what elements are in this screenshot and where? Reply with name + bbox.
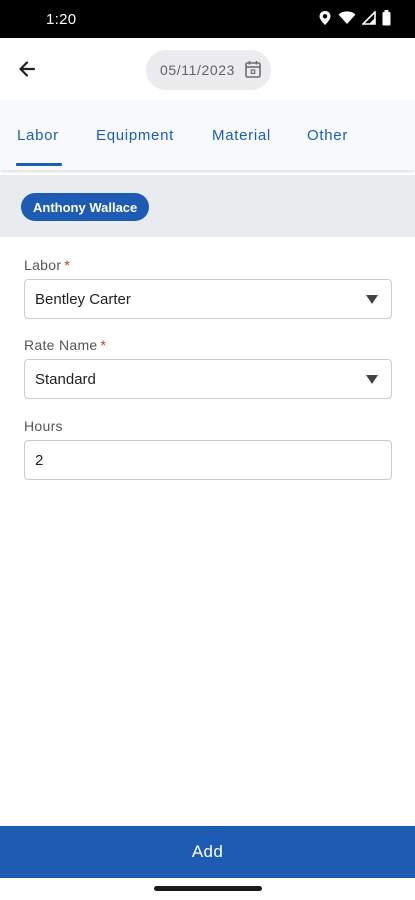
tab-labor[interactable]: Labor <box>17 127 59 144</box>
tab-bar: Labor Equipment Material Other <box>0 100 415 170</box>
required-mark: * <box>64 257 71 273</box>
rate-name-label: Rate Name * <box>24 337 106 353</box>
required-mark: * <box>100 337 107 353</box>
wifi-icon <box>338 11 356 24</box>
location-icon <box>319 11 331 25</box>
signal-icon <box>362 11 376 25</box>
labor-dropdown[interactable]: Bentley Carter <box>24 279 392 319</box>
dropdown-arrow-icon <box>366 295 378 304</box>
tab-equipment[interactable]: Equipment <box>96 127 174 144</box>
status-bar: 1:20 <box>0 0 415 38</box>
dropdown-arrow-icon <box>366 375 378 384</box>
rate-name-dropdown[interactable]: Standard <box>24 359 392 399</box>
top-app-bar: 05/11/2023 <box>0 38 415 100</box>
home-handle[interactable] <box>154 886 262 891</box>
hours-input[interactable]: 2 <box>24 440 392 480</box>
status-time: 1:20 <box>46 11 77 28</box>
labor-label: Labor * <box>24 257 70 273</box>
labor-label-text: Labor <box>24 257 62 273</box>
back-button[interactable] <box>14 56 40 82</box>
hours-label: Hours <box>24 418 63 434</box>
gesture-nav-bar <box>0 878 415 900</box>
hours-value: 2 <box>35 451 44 469</box>
tab-other[interactable]: Other <box>307 127 348 144</box>
active-tab-indicator <box>16 163 62 166</box>
date-picker-button[interactable]: 05/11/2023 <box>146 50 271 90</box>
status-icons <box>318 10 391 26</box>
arrow-left-icon <box>19 61 36 77</box>
tab-material[interactable]: Material <box>212 127 271 144</box>
rate-name-label-text: Rate Name <box>24 337 98 353</box>
labor-value: Bentley Carter <box>35 290 131 308</box>
person-chip[interactable]: Anthony Wallace <box>21 193 150 221</box>
battery-icon <box>382 10 391 26</box>
calendar-icon <box>245 61 261 78</box>
date-text: 05/11/2023 <box>160 62 236 78</box>
chip-area: Anthony Wallace <box>0 175 415 237</box>
add-button[interactable]: Add <box>0 826 415 878</box>
rate-name-value: Standard <box>35 370 96 388</box>
hours-label-text: Hours <box>24 418 63 434</box>
